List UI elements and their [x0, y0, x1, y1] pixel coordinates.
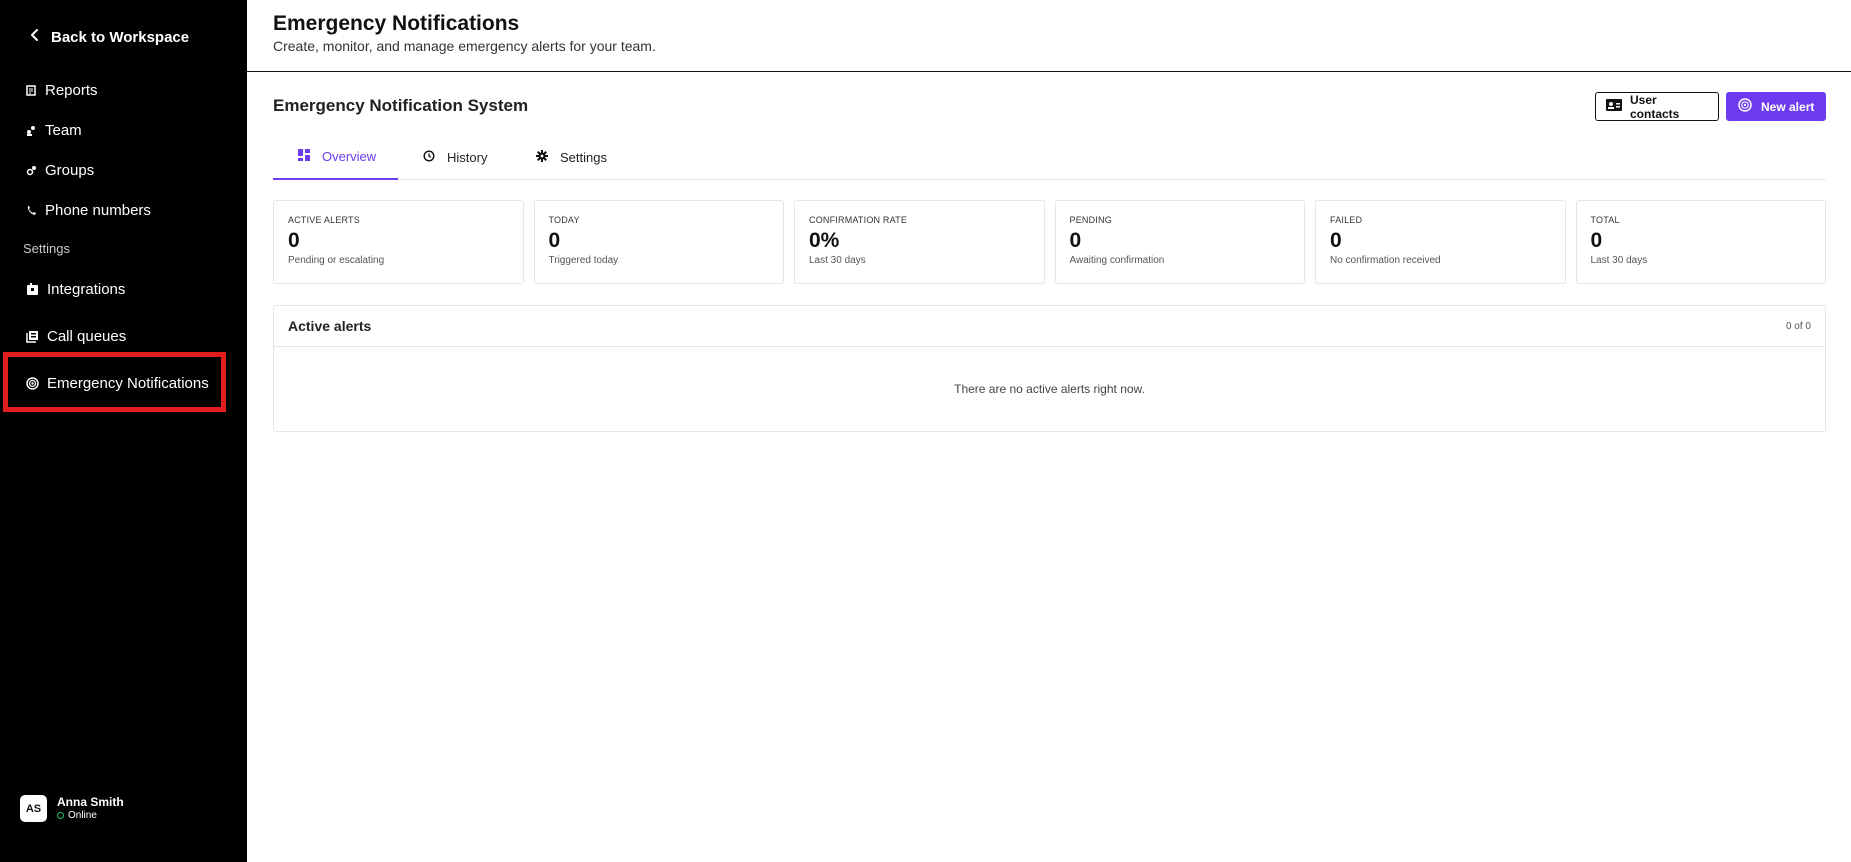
stat-label: ACTIVE ALERTS	[288, 215, 360, 225]
stat-label: FAILED	[1330, 215, 1363, 225]
tab-label: Settings	[560, 149, 607, 165]
groups-icon	[26, 165, 37, 176]
contact-card-icon	[1606, 98, 1622, 115]
status-dot-icon	[57, 812, 64, 819]
stat-caption: No confirmation received	[1330, 255, 1441, 266]
stat-caption: Triggered today	[548, 255, 619, 266]
tab-label: History	[447, 149, 488, 165]
sidebar-item-label: Reports	[45, 82, 98, 99]
main-content: Emergency Notifications Create, monitor,…	[247, 0, 1851, 862]
sidebar-item-team[interactable]: Team	[26, 122, 82, 139]
sidebar: Back to Workspace Reports Team Groups Ph…	[0, 0, 247, 862]
stat-value: 0	[548, 229, 561, 252]
user-status-label: Online	[68, 810, 97, 821]
sidebar-item-label: Groups	[45, 162, 95, 179]
stat-caption: Last 30 days	[809, 255, 866, 266]
sidebar-item-label: Integrations	[47, 281, 126, 298]
sidebar-item-reports[interactable]: Reports	[26, 82, 98, 99]
user-contacts-button[interactable]: User contacts	[1595, 92, 1719, 121]
phone-icon	[26, 205, 37, 216]
sidebar-item-phone-numbers[interactable]: Phone numbers	[26, 202, 151, 219]
page-subtitle: Create, monitor, and manage emergency al…	[273, 38, 656, 54]
user-status: Online	[57, 809, 124, 822]
stat-value: 0	[288, 229, 300, 252]
active-alerts-count: 0 of 0	[1785, 320, 1811, 332]
active-alerts-header: Active alerts 0 of 0	[274, 306, 1825, 347]
call-queues-icon	[26, 330, 39, 343]
settings-heading: Settings	[23, 241, 70, 256]
sidebar-item-groups[interactable]: Groups	[26, 162, 94, 179]
user-profile[interactable]: AS Anna Smith Online	[20, 795, 124, 822]
dashboard-icon	[298, 148, 310, 164]
emergency-icon	[1737, 98, 1753, 115]
tab-overview[interactable]: Overview	[273, 134, 398, 180]
tab-bar: Overview History Settings	[273, 134, 1826, 180]
new-alert-label: New alert	[1761, 99, 1815, 114]
page-title: Emergency Notifications	[273, 12, 520, 35]
tab-settings[interactable]: Settings	[536, 134, 607, 180]
gear-icon	[536, 149, 548, 165]
stat-card-failed: FAILED 0 No confirmation received	[1315, 200, 1566, 284]
active-item-highlight	[3, 352, 226, 412]
back-label: Back to Workspace	[51, 28, 190, 46]
reports-icon	[26, 85, 37, 96]
stat-value: 0	[1330, 229, 1342, 252]
stats-row: ACTIVE ALERTS 0 Pending or escalating TO…	[273, 200, 1826, 284]
team-icon	[26, 125, 37, 136]
back-to-workspace-link[interactable]: Back to Workspace	[29, 28, 189, 46]
sidebar-item-integrations[interactable]: Integrations	[26, 281, 125, 298]
stat-card-confirmation-rate: CONFIRMATION RATE 0% Last 30 days	[794, 200, 1045, 284]
stat-label: CONFIRMATION RATE	[809, 215, 908, 225]
sidebar-item-call-queues[interactable]: Call queues	[26, 328, 126, 345]
user-name: Anna Smith	[57, 795, 124, 809]
sidebar-item-label: Call queues	[47, 328, 127, 345]
stat-card-active-alerts: ACTIVE ALERTS 0 Pending or escalating	[273, 200, 524, 284]
integrations-icon	[26, 283, 39, 296]
new-alert-button[interactable]: New alert	[1726, 92, 1826, 121]
stat-card-pending: PENDING 0 Awaiting confirmation	[1054, 200, 1305, 284]
section-title: Emergency Notification System	[273, 96, 529, 115]
page-header: Emergency Notifications Create, monitor,…	[247, 0, 1851, 72]
stat-value: 0%	[809, 229, 840, 252]
stat-value: 0	[1069, 229, 1082, 252]
stat-label: PENDING	[1069, 215, 1112, 225]
stat-caption: Last 30 days	[1590, 255, 1648, 266]
tab-label: Overview	[322, 148, 377, 164]
stat-card-total: TOTAL 0 Last 30 days	[1575, 200, 1826, 284]
stat-caption: Awaiting confirmation	[1069, 255, 1165, 266]
active-alerts-panel: Active alerts 0 of 0 There are no active…	[273, 305, 1826, 432]
avatar: AS	[20, 795, 47, 822]
sidebar-item-label: Team	[45, 122, 82, 139]
stat-label: TODAY	[548, 215, 580, 225]
chevron-left-icon	[29, 28, 41, 46]
stat-label: TOTAL	[1590, 215, 1620, 225]
empty-state-message: There are no active alerts right now.	[954, 382, 1145, 396]
history-icon	[423, 149, 435, 165]
stat-card-today: TODAY 0 Triggered today	[533, 200, 784, 284]
tab-history[interactable]: History	[423, 134, 487, 180]
sidebar-item-label: Phone numbers	[45, 202, 151, 219]
active-alerts-title: Active alerts	[288, 318, 372, 334]
stat-caption: Pending or escalating	[288, 255, 385, 266]
stat-value: 0	[1590, 229, 1603, 252]
user-contacts-label: User contacts	[1630, 92, 1680, 121]
